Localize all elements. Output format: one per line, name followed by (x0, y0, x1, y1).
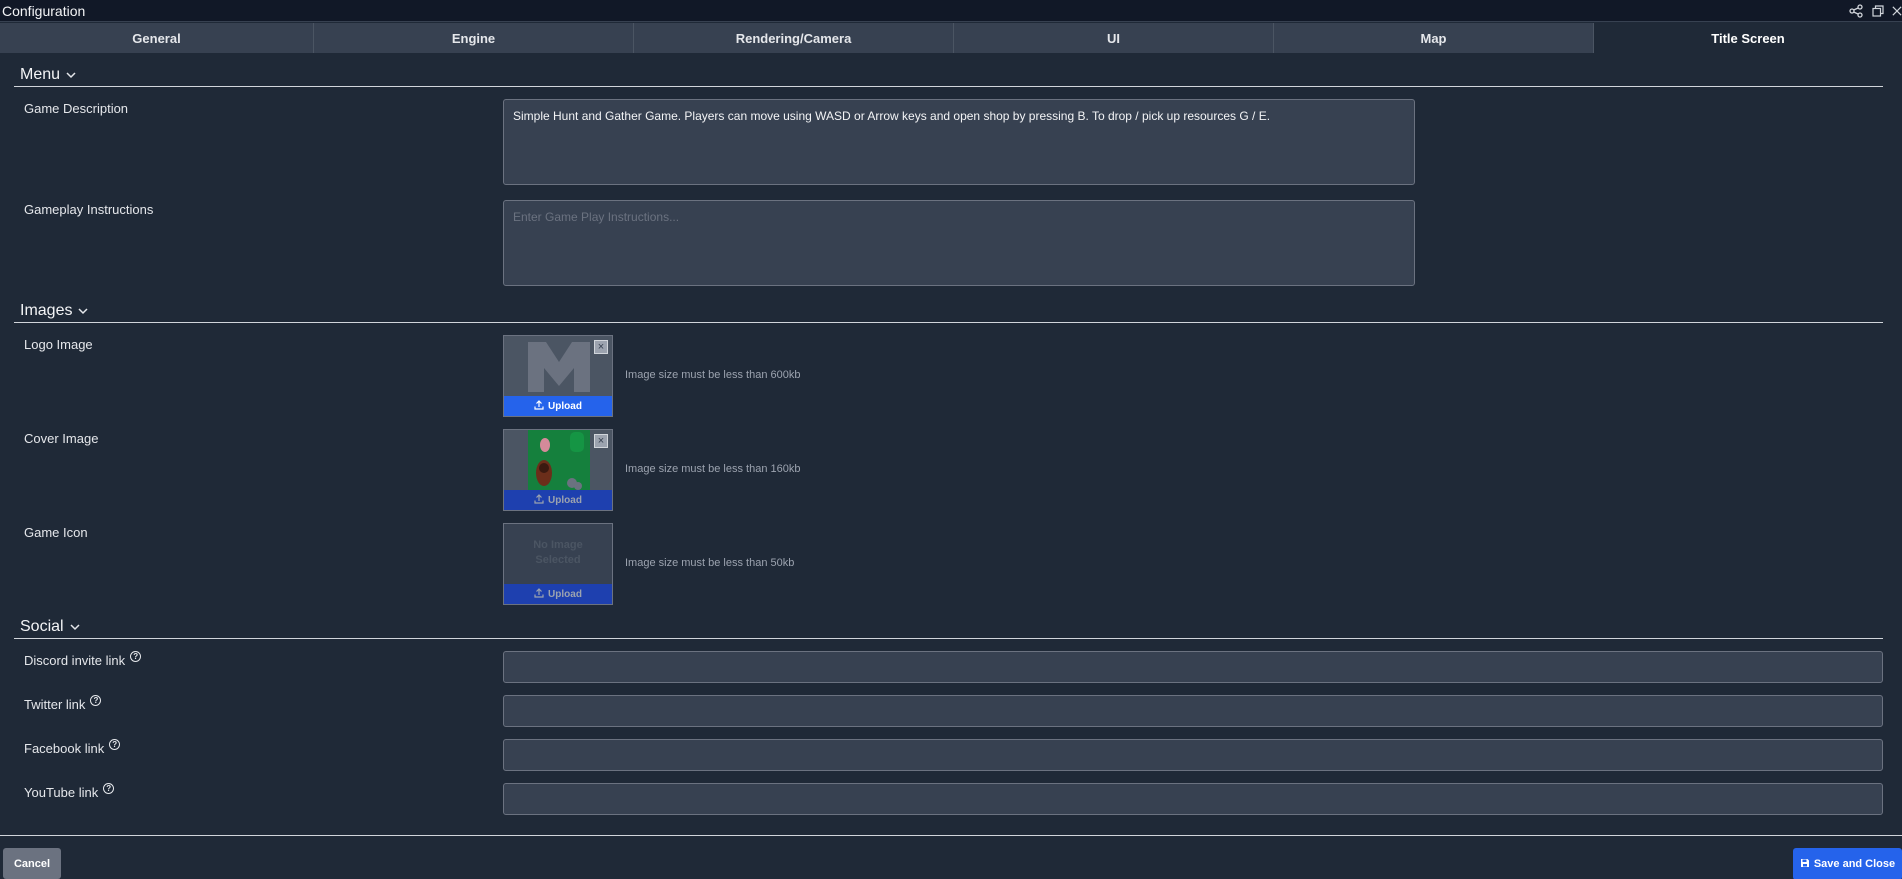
game-description-field[interactable]: Simple Hunt and Gather Game. Players can… (503, 99, 1415, 185)
discord-link-text: Discord invite link (24, 653, 126, 668)
discord-link-input[interactable] (503, 651, 1883, 683)
chevron-down-icon (66, 66, 76, 84)
menu-section-header[interactable]: Menu (20, 66, 76, 84)
section-divider (14, 638, 1883, 639)
social-heading: Social (20, 618, 64, 635)
chevron-down-icon (70, 618, 80, 636)
tab-map[interactable]: Map (1274, 23, 1594, 53)
upload-icon-label: Upload (548, 588, 582, 600)
discord-link-label: Discord invite link ? (24, 651, 142, 668)
icon-size-note: Image size must be less than 50kb (625, 557, 795, 569)
social-section-header[interactable]: Social (20, 618, 80, 636)
images-heading: Images (20, 302, 73, 319)
facebook-link-input[interactable] (503, 739, 1883, 771)
remove-cover-button[interactable]: × (594, 434, 608, 448)
tab-general[interactable]: General (0, 23, 314, 53)
upload-icon-button[interactable]: Upload (504, 584, 612, 604)
menu-heading: Menu (20, 66, 61, 83)
upload-icon (534, 493, 544, 507)
twitter-link-text: Twitter link (24, 697, 86, 712)
images-section-header[interactable]: Images (20, 302, 88, 320)
upload-cover-button[interactable]: Upload (504, 490, 612, 510)
help-icon[interactable]: ? (109, 739, 121, 750)
close-icon[interactable] (1892, 3, 1902, 19)
upload-logo-label: Upload (548, 400, 582, 412)
remove-logo-button[interactable]: × (594, 340, 608, 354)
youtube-link-text: YouTube link (24, 785, 99, 800)
share-icon[interactable] (1848, 3, 1864, 19)
logo-image-preview: × Upload (503, 335, 613, 417)
game-icon-preview: No Image Selected Upload (503, 523, 613, 605)
game-icon-label: Game Icon (24, 525, 88, 540)
twitter-link-input[interactable] (503, 695, 1883, 727)
tab-rendering-camera[interactable]: Rendering/Camera (634, 23, 954, 53)
upload-icon (534, 587, 544, 601)
help-icon[interactable]: ? (90, 695, 102, 706)
title-bar: Configuration (0, 0, 1902, 22)
save-and-close-button[interactable]: Save and Close (1793, 848, 1902, 879)
help-icon[interactable]: ? (103, 783, 115, 794)
section-divider (14, 86, 1883, 87)
save-and-close-label: Save and Close (1813, 858, 1896, 870)
tab-engine[interactable]: Engine (314, 23, 634, 53)
tab-bar: General Engine Rendering/Camera UI Map T… (0, 23, 1902, 53)
gameplay-instructions-field[interactable] (503, 200, 1415, 286)
upload-icon (534, 399, 544, 413)
logo-size-note: Image size must be less than 600kb (625, 369, 801, 381)
popout-icon[interactable] (1870, 3, 1886, 19)
logo-image-label: Logo Image (24, 337, 93, 352)
cancel-button[interactable]: Cancel (3, 848, 61, 879)
chevron-down-icon (78, 302, 88, 320)
section-divider (14, 322, 1883, 323)
upload-cover-label: Upload (548, 494, 582, 506)
facebook-link-text: Facebook link (24, 741, 105, 756)
upload-logo-button[interactable]: Upload (504, 396, 612, 416)
game-description-label: Game Description (24, 101, 129, 116)
cover-image-label: Cover Image (24, 431, 99, 446)
twitter-link-label: Twitter link ? (24, 695, 102, 712)
window-title: Configuration (2, 3, 86, 19)
help-icon[interactable]: ? (130, 651, 142, 662)
cover-image-preview: × Upload (503, 429, 613, 511)
facebook-link-label: Facebook link ? (24, 739, 121, 756)
window-controls (1848, 3, 1902, 19)
footer-bar: Cancel Save and Close (0, 835, 1902, 879)
youtube-link-input[interactable] (503, 783, 1883, 815)
cover-size-note: Image size must be less than 160kb (625, 463, 801, 475)
youtube-link-label: YouTube link ? (24, 783, 115, 800)
no-image-text: No Image Selected (533, 539, 583, 566)
tab-ui[interactable]: UI (954, 23, 1274, 53)
gameplay-instructions-label: Gameplay Instructions (24, 202, 154, 217)
save-icon (1800, 858, 1810, 871)
tab-title-screen[interactable]: Title Screen (1594, 23, 1902, 53)
